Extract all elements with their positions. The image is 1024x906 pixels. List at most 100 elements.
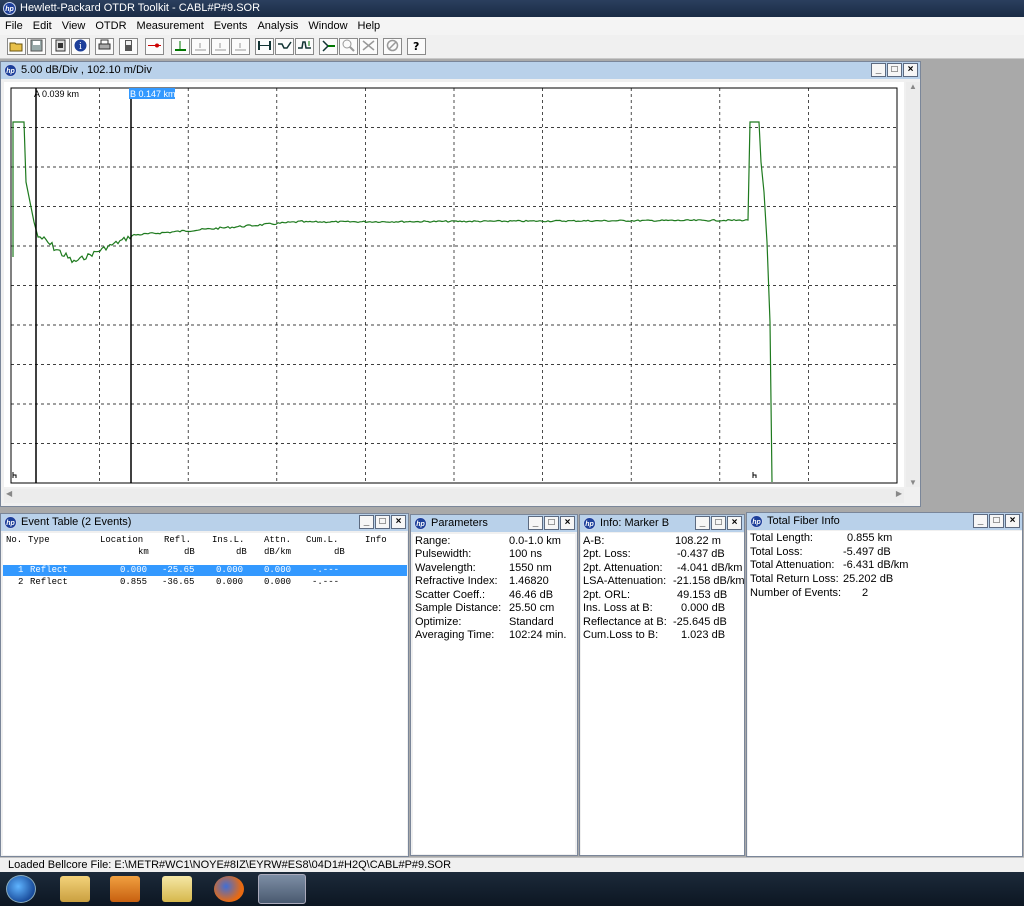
close-button[interactable]: × xyxy=(727,516,742,530)
menu-file[interactable]: File xyxy=(0,20,28,32)
save-icon[interactable] xyxy=(27,38,46,55)
info-icon[interactable]: i xyxy=(71,38,90,55)
col-header-insl[interactable]: Ins.L. xyxy=(212,535,244,545)
firefox-icon[interactable] xyxy=(214,876,244,902)
marker-c-icon[interactable] xyxy=(211,38,230,55)
zoom-cancel-icon[interactable] xyxy=(359,38,378,55)
menu-measurement[interactable]: Measurement xyxy=(132,20,209,32)
col-header-no[interactable]: No. xyxy=(6,535,22,545)
close-button[interactable]: × xyxy=(391,515,406,529)
open-icon[interactable] xyxy=(7,38,26,55)
minimize-button[interactable]: _ xyxy=(973,514,988,528)
menu-window[interactable]: Window xyxy=(303,20,352,32)
table-row[interactable]: 1 Reflect 0.000 -25.65 0.000 0.000 -.--- xyxy=(3,565,407,576)
col-header-type[interactable]: Type xyxy=(28,535,50,545)
menu-view[interactable]: View xyxy=(57,20,91,32)
parameters-title: Parameters xyxy=(431,517,488,529)
unit-attn: dB/km xyxy=(264,547,292,557)
media-player-icon[interactable] xyxy=(110,876,140,902)
explorer-icon[interactable] xyxy=(60,876,90,902)
param-label: Optimize: xyxy=(415,616,462,628)
close-button[interactable]: × xyxy=(1005,514,1020,528)
info-value: 0.000 dB xyxy=(681,602,726,614)
col-header-refl[interactable]: Refl. xyxy=(164,535,191,545)
maximize-button[interactable]: □ xyxy=(711,516,726,530)
col-header-info[interactable]: Info xyxy=(365,535,387,545)
zoom-icon[interactable] xyxy=(339,38,358,55)
trace-peak-icon[interactable] xyxy=(295,38,314,55)
mail-icon[interactable] xyxy=(162,876,192,902)
info-label: 2pt. ORL: xyxy=(583,589,631,601)
event-table-title: Event Table (2 Events) xyxy=(21,516,132,528)
info-value: -4.041 dB/km xyxy=(677,562,743,574)
zoom-fit-icon[interactable] xyxy=(319,38,338,55)
info-value: -0.437 dB xyxy=(677,548,725,560)
fiber-label: Total Loss: xyxy=(750,546,803,558)
device-icon[interactable] xyxy=(119,38,138,55)
hp-logo-icon: hp xyxy=(414,517,427,530)
span-icon[interactable] xyxy=(255,38,274,55)
info-label: 2pt. Loss: xyxy=(583,548,631,560)
marker-b-icon[interactable] xyxy=(191,38,210,55)
col-header-location[interactable]: Location xyxy=(100,535,143,545)
menu-help[interactable]: Help xyxy=(353,20,386,32)
close-button[interactable]: × xyxy=(903,63,918,77)
marker-info-panel: A-B: 108.22 m 2pt. Loss: -0.437 dB 2pt. … xyxy=(581,533,745,855)
scroll-up-icon[interactable]: ▲ xyxy=(906,82,920,91)
vertical-scrollbar[interactable]: ▲ ▼ xyxy=(906,82,920,487)
clipboard-icon[interactable] xyxy=(51,38,70,55)
maximize-button[interactable]: □ xyxy=(989,514,1004,528)
marker-info-window: hp Info: Marker B _ □ × A-B: 108.22 m 2p… xyxy=(579,514,745,856)
fiber-info-title: Total Fiber Info xyxy=(767,515,840,527)
trace-plot-area[interactable]: A 0.039 km B 0.147 km xyxy=(4,82,904,487)
minimize-button[interactable]: _ xyxy=(871,63,886,77)
menu-otdr[interactable]: OTDR xyxy=(90,20,131,32)
scroll-down-icon[interactable]: ▼ xyxy=(906,478,920,487)
help-icon[interactable]: ? xyxy=(407,38,426,55)
otdr-trace-chart[interactable]: A 0.039 km B 0.147 km xyxy=(4,82,904,487)
scroll-left-icon[interactable]: ◀ xyxy=(6,489,12,498)
info-value: 49.153 dB xyxy=(677,589,728,601)
marker-d-icon[interactable] xyxy=(231,38,250,55)
close-button[interactable]: × xyxy=(560,516,575,530)
trace-icon[interactable] xyxy=(275,38,294,55)
fiber-value: -6.431 dB/km xyxy=(843,559,909,571)
hp-logo-icon: hp xyxy=(4,516,17,529)
marker-a-icon[interactable] xyxy=(171,38,190,55)
scroll-right-icon[interactable]: ▶ xyxy=(896,489,902,498)
info-label: 2pt. Attenuation: xyxy=(583,562,663,574)
param-value: 1550 nm xyxy=(509,562,552,574)
trace-window-title-bar: hp 5.00 dB/Div , 102.10 m/Div _ □ × xyxy=(1,62,920,79)
menu-edit[interactable]: Edit xyxy=(28,20,57,32)
minimize-button[interactable]: _ xyxy=(359,515,374,529)
info-value: 108.22 m xyxy=(675,535,721,547)
menu-analysis[interactable]: Analysis xyxy=(252,20,303,32)
maximize-button[interactable]: □ xyxy=(544,516,559,530)
info-label: LSA-Attenuation: xyxy=(583,575,667,587)
minimize-button[interactable]: _ xyxy=(695,516,710,530)
print-icon[interactable] xyxy=(95,38,114,55)
menu-bar: File Edit View OTDR Measurement Events A… xyxy=(0,17,1024,35)
unit-cuml: dB xyxy=(334,547,345,557)
info-value: 1.023 dB xyxy=(681,629,726,641)
svg-text:?: ? xyxy=(413,40,419,52)
otdr-toolkit-icon[interactable] xyxy=(258,874,306,904)
col-header-attn[interactable]: Attn. xyxy=(264,535,291,545)
horizontal-scrollbar[interactable]: ◀ ▶ xyxy=(4,489,904,503)
start-orb-icon[interactable] xyxy=(6,875,36,903)
table-row[interactable]: 2 Reflect 0.855 -36.65 0.000 0.000 -.--- xyxy=(3,577,407,588)
maximize-button[interactable]: □ xyxy=(375,515,390,529)
menu-events[interactable]: Events xyxy=(209,20,253,32)
info-value: -25.645 dB xyxy=(673,616,727,628)
col-header-cuml[interactable]: Cum.L. xyxy=(306,535,338,545)
laser-icon[interactable] xyxy=(145,38,164,55)
hp-logo-icon: hp xyxy=(3,2,16,15)
stop-icon[interactable] xyxy=(383,38,402,55)
param-label: Scatter Coeff.: xyxy=(415,589,486,601)
param-value: 46.46 dB xyxy=(509,589,554,601)
param-value: 0.0-1.0 km xyxy=(509,535,561,547)
minimize-button[interactable]: _ xyxy=(528,516,543,530)
svg-text:i: i xyxy=(79,42,82,52)
param-label: Range: xyxy=(415,535,451,547)
maximize-button[interactable]: □ xyxy=(887,63,902,77)
